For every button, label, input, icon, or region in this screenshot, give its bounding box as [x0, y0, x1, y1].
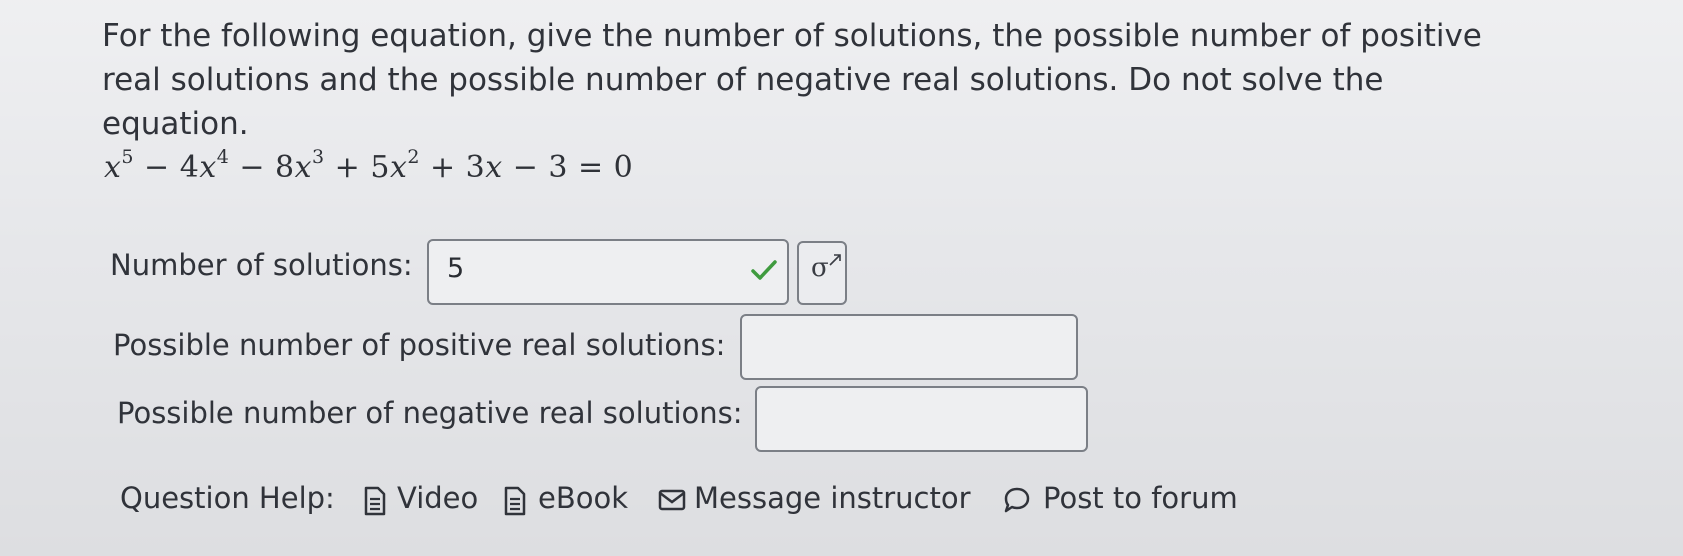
- equation-exponent: 2: [407, 146, 420, 168]
- equation-tail: − 3 = 0: [502, 150, 634, 185]
- ebook-link[interactable]: eBook: [538, 481, 628, 515]
- equation-exponent: 5: [121, 146, 135, 168]
- question-help-label: Question Help:: [120, 481, 335, 515]
- check-icon: [751, 260, 777, 280]
- negative-label: Possible number of negative real solutio…: [117, 396, 743, 430]
- message-instructor-link[interactable]: Message instructor: [694, 481, 971, 515]
- equation: x5 − 4x4 − 8x3 + 5x2 + 3x − 3 = 0: [104, 146, 633, 185]
- equation-operator: + 5: [324, 150, 390, 185]
- solutions-value: 5: [447, 253, 465, 284]
- post-to-forum-link[interactable]: Post to forum: [1043, 481, 1238, 515]
- video-link[interactable]: Video: [397, 481, 478, 515]
- question-prompt: For the following equation, give the num…: [102, 18, 1482, 142]
- negative-input[interactable]: [755, 386, 1088, 452]
- equation-term: x: [294, 150, 313, 185]
- equation-operator: − 8: [229, 150, 295, 185]
- arrow-icon: [829, 254, 841, 266]
- positive-input[interactable]: [740, 314, 1078, 380]
- envelope-icon[interactable]: [658, 489, 686, 511]
- document-icon[interactable]: [363, 486, 387, 516]
- equation-term: x: [485, 150, 503, 185]
- positive-label: Possible number of positive real solutio…: [113, 328, 726, 362]
- speech-bubble-icon[interactable]: [1003, 486, 1031, 514]
- document-icon[interactable]: [503, 486, 527, 516]
- equation-term: x: [104, 150, 122, 185]
- solutions-input[interactable]: 5: [427, 239, 789, 305]
- equation-term: x: [199, 150, 217, 185]
- page-background: For the following equation, give the num…: [0, 0, 1683, 556]
- equation-operator: + 3: [419, 150, 486, 185]
- solutions-label: Number of solutions:: [110, 248, 413, 282]
- equation-term: x: [389, 150, 408, 185]
- sigma-icon: σ: [811, 253, 829, 283]
- equation-operator: − 4: [134, 150, 200, 185]
- preview-button[interactable]: σ: [797, 241, 847, 305]
- equation-exponent: 4: [216, 146, 230, 168]
- equation-exponent: 3: [312, 146, 325, 168]
